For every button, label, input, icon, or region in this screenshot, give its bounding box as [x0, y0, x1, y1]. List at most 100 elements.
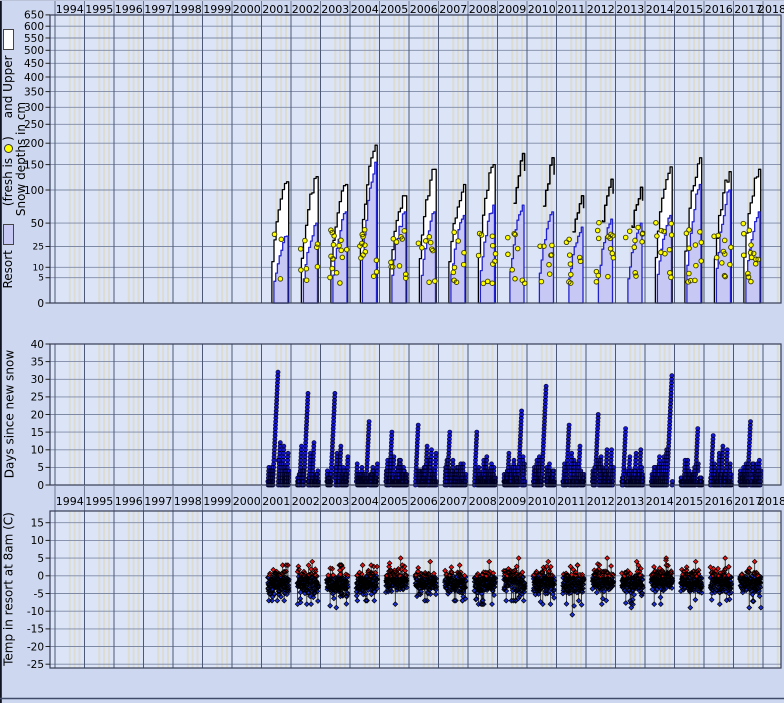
year-label: 1996: [115, 3, 143, 16]
year-label: 1995: [85, 495, 113, 508]
year-label: 1996: [115, 495, 143, 508]
year-label: 1998: [174, 495, 202, 508]
year-label: 2006: [410, 3, 438, 16]
month-stripe: [246, 15, 248, 303]
days-axis-label: Days since new snow: [2, 344, 18, 485]
year-label: 2000: [233, 495, 261, 508]
year-label: 2014: [646, 3, 674, 16]
temp-axis-label: Temp in resort at 8am (C): [1, 511, 17, 668]
year-label: 2014: [646, 495, 674, 508]
month-stripe: [69, 15, 71, 303]
year-label: 2001: [262, 3, 290, 16]
month-stripe: [167, 511, 169, 668]
tick-label: 10: [33, 263, 45, 273]
year-label: 2011: [557, 3, 585, 16]
month-stripe: [192, 15, 194, 303]
tick-label: -15: [27, 624, 44, 636]
year-label: 1997: [144, 495, 172, 508]
year-label: 2012: [587, 3, 615, 16]
year-label: 2009: [498, 3, 526, 16]
year-label: 2000: [233, 3, 261, 16]
month-stripe: [128, 15, 130, 303]
tick-label: 35: [31, 356, 44, 368]
tick-label: 0: [37, 480, 44, 492]
month-stripe: [74, 15, 76, 303]
month-stripe: [192, 511, 194, 668]
year-label: 2018: [758, 495, 784, 508]
snow-history-screenshot: 6506005505004504003503002502001501005025…: [0, 0, 784, 703]
month-stripe: [251, 511, 253, 668]
year-label: 2015: [675, 3, 703, 16]
month-stripe: [128, 511, 130, 668]
year-label: 1999: [203, 3, 231, 16]
month-stripe: [133, 511, 135, 668]
tick-label: 5: [38, 274, 44, 284]
tick-label: 10: [31, 445, 44, 457]
month-stripe: [162, 511, 164, 668]
tick-label: -20: [27, 641, 44, 653]
month-stripe: [777, 15, 779, 303]
tick-label: 30: [31, 374, 44, 386]
year-label: 2005: [380, 3, 408, 16]
month-stripe: [162, 15, 164, 303]
month-stripe: [187, 511, 189, 668]
year-label: 2007: [439, 495, 467, 508]
year-label: 2006: [410, 495, 438, 508]
year-label: 2010: [528, 495, 556, 508]
tick-label: 25: [33, 243, 44, 253]
month-stripe: [226, 15, 228, 303]
month-stripe: [98, 511, 100, 668]
year-label: 2015: [675, 495, 703, 508]
resort-swatch-icon: [3, 224, 14, 245]
year-label: 2016: [705, 495, 733, 508]
month-stripe: [246, 511, 248, 668]
month-stripe: [251, 15, 253, 303]
year-label: 2012: [587, 495, 615, 508]
year-label: 1999: [203, 495, 231, 508]
tick-label: -5: [34, 588, 44, 600]
month-stripe: [197, 511, 199, 668]
year-label: 2003: [321, 3, 349, 16]
tick-label: 15: [31, 427, 44, 439]
year-label: 2005: [380, 495, 408, 508]
year-label: 1994: [56, 3, 84, 16]
month-stripe: [69, 511, 71, 668]
year-label: 2013: [616, 3, 644, 16]
month-stripe: [74, 511, 76, 668]
year-label: 2002: [292, 3, 320, 16]
month-stripe: [221, 511, 223, 668]
month-stripe: [256, 15, 258, 303]
year-label: 2003: [321, 495, 349, 508]
month-stripe: [187, 15, 189, 303]
tick-label: 25: [31, 392, 44, 404]
month-stripe: [777, 511, 779, 668]
tick-label: 40: [31, 339, 44, 351]
tick-label: 20: [31, 409, 44, 421]
month-stripe: [216, 15, 218, 303]
month-stripe: [103, 511, 105, 668]
month-stripe: [79, 15, 81, 303]
month-stripe: [157, 511, 159, 668]
month-stripe: [138, 511, 140, 668]
year-label: 2002: [292, 495, 320, 508]
month-stripe: [221, 15, 223, 303]
year-label: 2011: [557, 495, 585, 508]
month-stripe: [216, 511, 218, 668]
year-label: 2013: [616, 495, 644, 508]
year-label: 1998: [174, 3, 202, 16]
year-label: 2018: [758, 3, 784, 16]
year-label: 2001: [262, 495, 290, 508]
month-stripe: [79, 511, 81, 668]
year-label: 2016: [705, 3, 733, 16]
year-label: 2009: [498, 495, 526, 508]
tick-label: -10: [27, 606, 44, 618]
month-stripe: [256, 511, 258, 668]
year-label: 2010: [528, 3, 556, 16]
tick-label: 15: [31, 518, 44, 530]
tick-label: 0: [37, 571, 44, 583]
month-stripe: [133, 15, 135, 303]
month-stripe: [226, 511, 228, 668]
fresh-snow-dot-icon: [4, 144, 13, 153]
month-stripe: [138, 15, 140, 303]
year-label: 1995: [85, 3, 113, 16]
